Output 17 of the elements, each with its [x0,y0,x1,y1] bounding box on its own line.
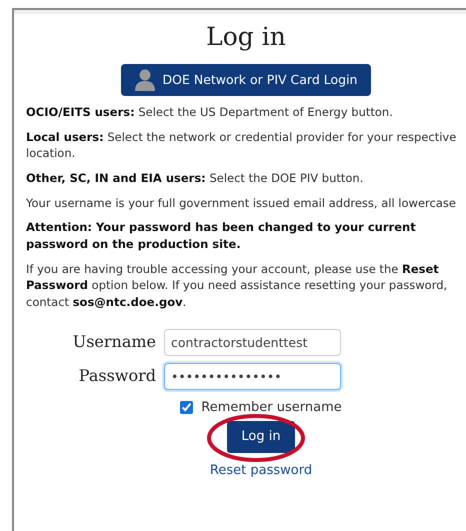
username-label: Username [72,331,156,354]
username-field[interactable]: contractorstudenttest [164,328,341,356]
instruction-text: If you are having trouble accessing your account, please use the Reset Password option below. If you need assistance resetting your password, contact sos@ntc.doe.gov. [26,260,448,311]
instruction-text: OCIO/EITS users: Select the US Department of Energy button. [26,104,394,121]
password-label: Password [78,365,156,388]
page-title: Log in [205,22,287,52]
user-icon [134,69,155,91]
reset-password-link[interactable]: Reset password [210,460,312,480]
sso-login-button[interactable]: DOE Network or PIV Card Login [120,64,372,96]
remember-checkbox[interactable] [180,400,194,414]
instruction-text: Local users: Select the network or credential provider for your respective location. [26,128,458,162]
instruction-text: Your username is your full government issued email address, all lowercase [26,194,457,212]
login-button[interactable]: Log in [227,421,295,453]
instruction-text: Attention: Your password has been changed to your current password on the production site. [26,219,417,253]
remember-label: Remember username [201,398,342,417]
password-field[interactable]: ••••••••••••••• [164,362,341,390]
instruction-text: Other, SC, IN and EIA users: Select the DOE PIV button. [26,170,364,187]
